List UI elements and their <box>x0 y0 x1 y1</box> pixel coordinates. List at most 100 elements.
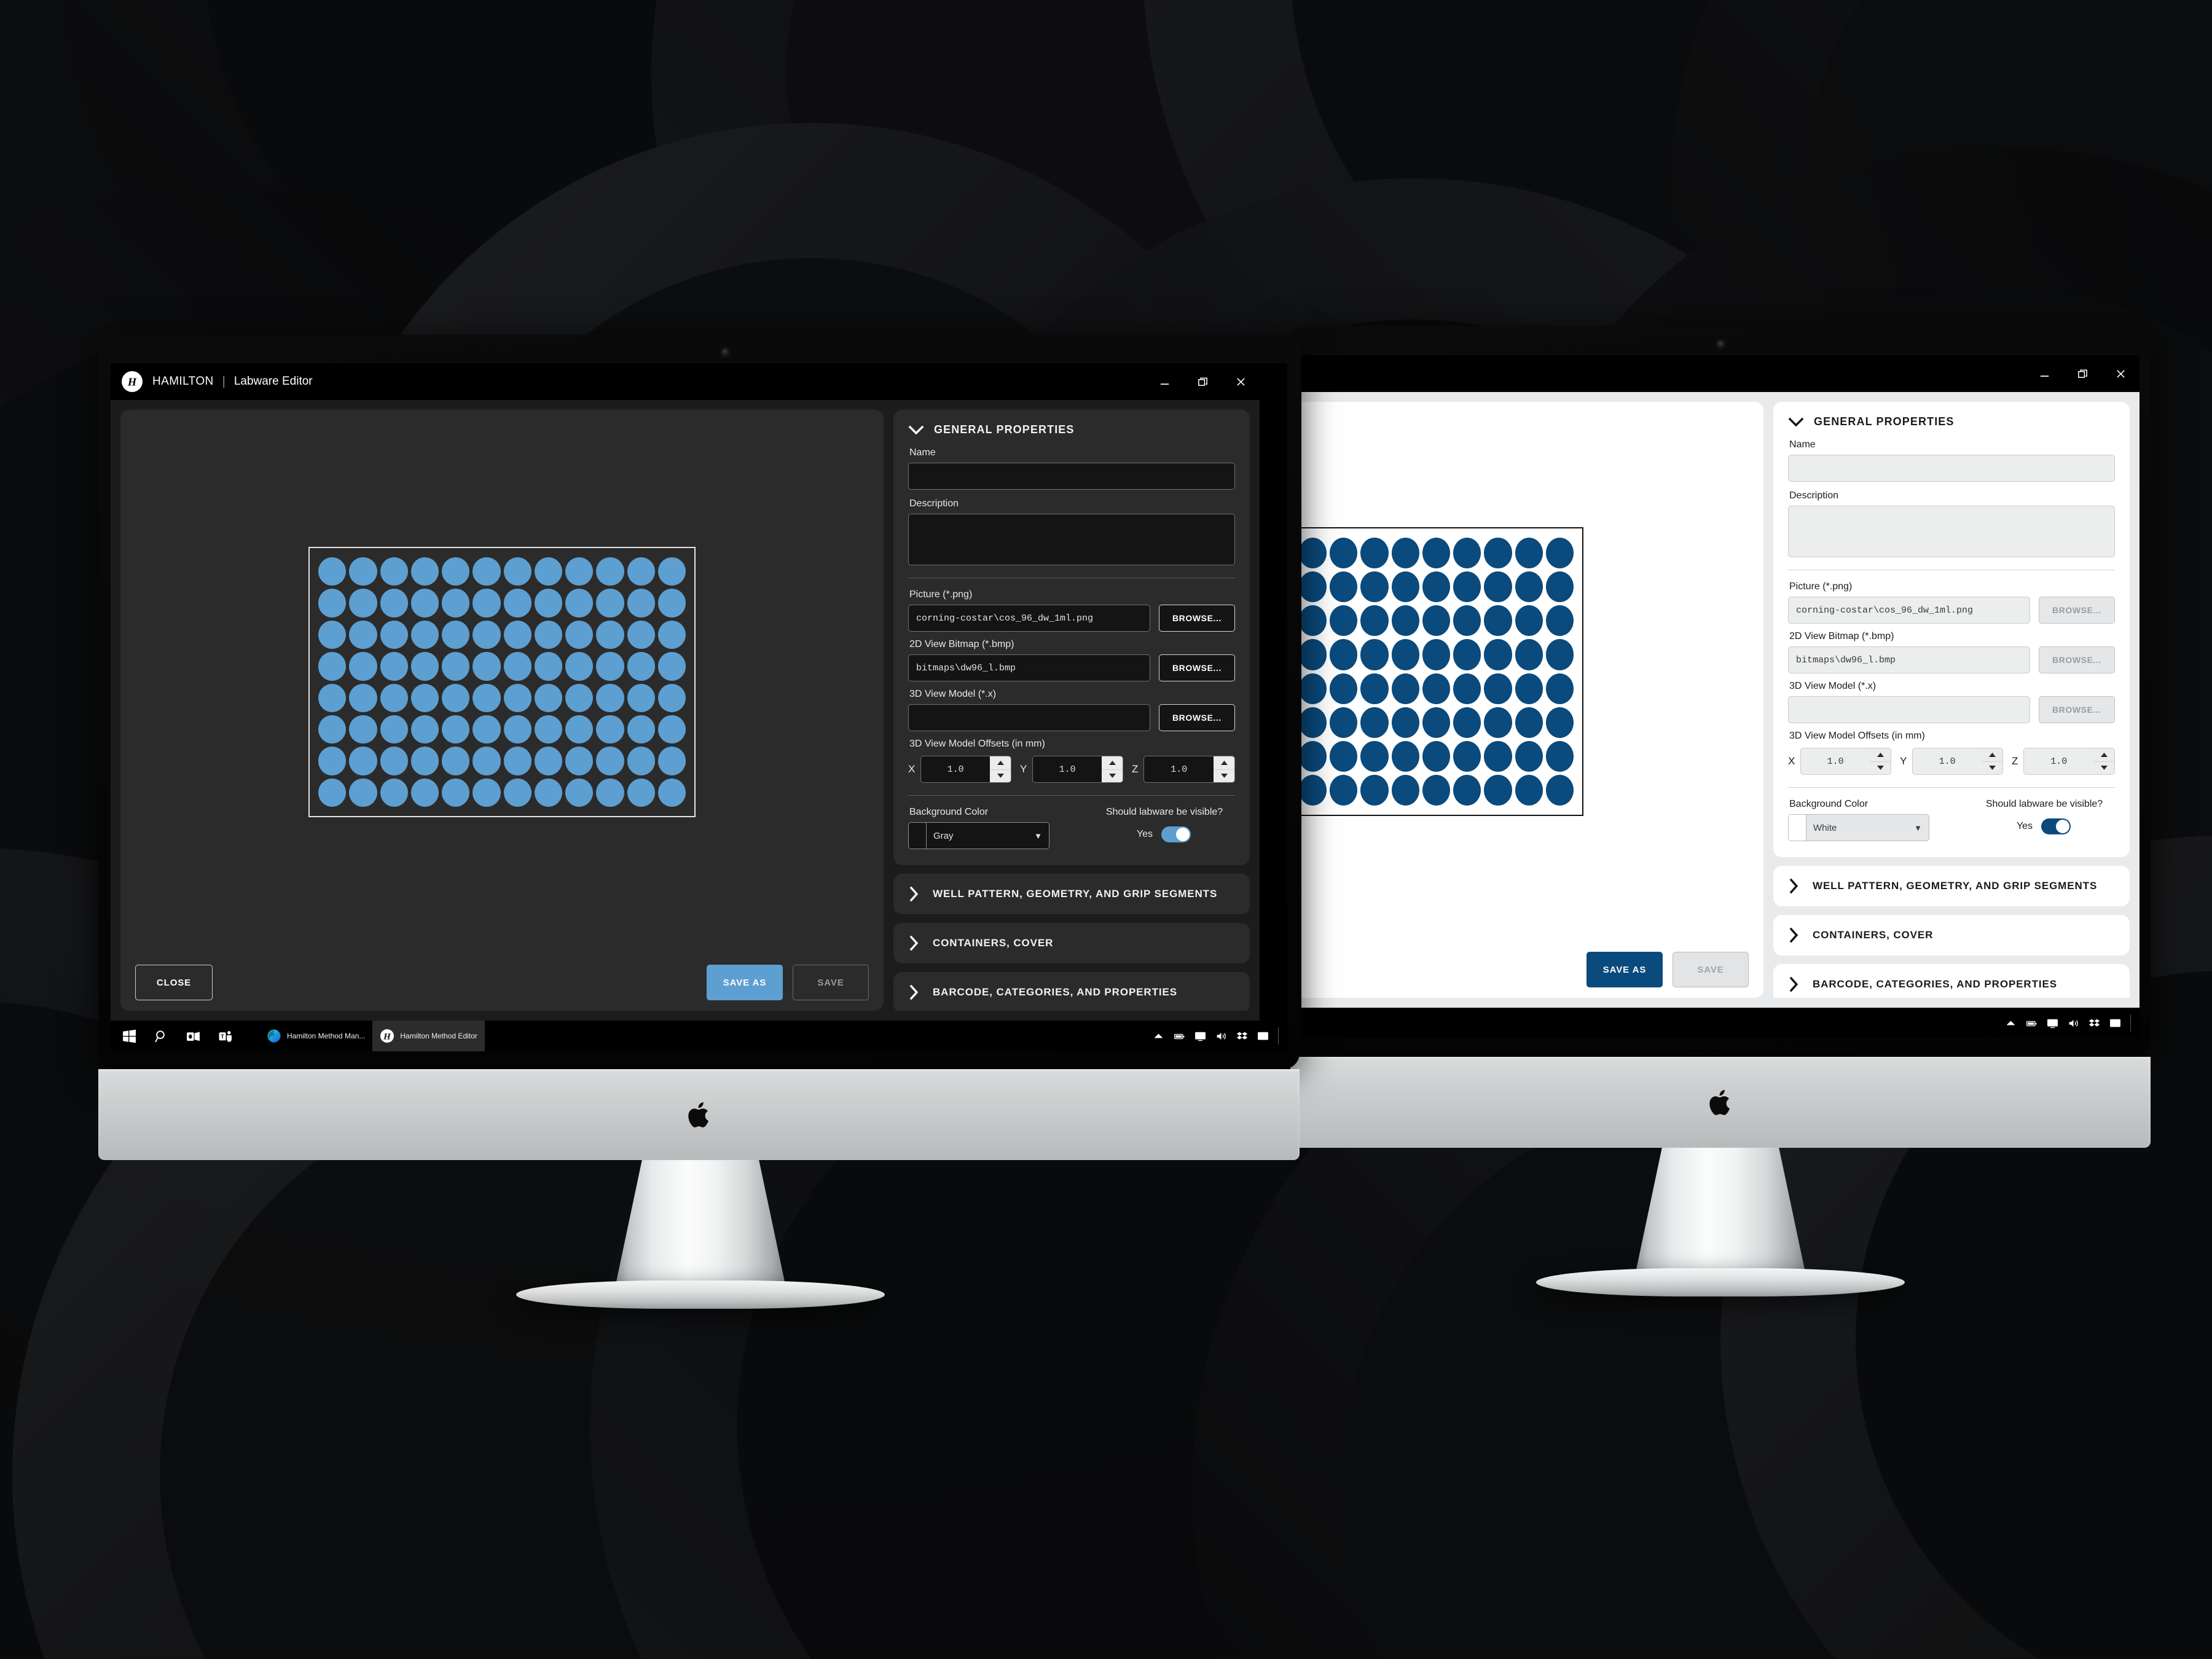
well[interactable] <box>442 652 470 681</box>
well[interactable] <box>1545 774 1574 806</box>
stepper-up-icon[interactable] <box>2093 748 2114 761</box>
well[interactable] <box>1301 673 1327 704</box>
model-browse-button[interactable]: BROWSE... <box>2039 696 2115 723</box>
well[interactable] <box>442 589 470 618</box>
well[interactable] <box>1453 673 1481 704</box>
well[interactable] <box>1360 673 1389 704</box>
accordion-barcode-left[interactable]: BARCODE, CATEGORIES, AND PROPERTIES <box>893 972 1250 1011</box>
well[interactable] <box>1515 707 1543 738</box>
well[interactable] <box>410 620 439 649</box>
dropbox-icon[interactable] <box>1233 1021 1251 1051</box>
well[interactable] <box>503 715 531 744</box>
visible-toggle[interactable] <box>2041 818 2071 834</box>
accordion-well-pattern-left[interactable]: WELL PATTERN, GEOMETRY, AND GRIP SEGMENT… <box>893 874 1250 914</box>
model-browse-button[interactable]: BROWSE... <box>1159 704 1235 731</box>
well[interactable] <box>657 778 686 807</box>
well[interactable] <box>1545 538 1574 569</box>
accordion-containers-left[interactable]: CONTAINERS, COVER <box>893 923 1250 963</box>
notifications-icon[interactable] <box>2106 1008 2124 1038</box>
well[interactable] <box>534 652 562 681</box>
well[interactable] <box>1360 774 1389 806</box>
well[interactable] <box>1360 740 1389 772</box>
well[interactable] <box>1330 774 1358 806</box>
well[interactable] <box>410 589 439 618</box>
well[interactable] <box>410 715 439 744</box>
well[interactable] <box>349 683 377 712</box>
well[interactable] <box>318 557 347 586</box>
well[interactable] <box>534 589 562 618</box>
well[interactable] <box>1484 774 1512 806</box>
well[interactable] <box>410 652 439 681</box>
well[interactable] <box>473 683 501 712</box>
model-field[interactable] <box>908 704 1150 731</box>
well[interactable] <box>1330 538 1358 569</box>
stepper-down-icon[interactable] <box>990 769 1011 783</box>
well[interactable] <box>349 557 377 586</box>
well[interactable] <box>565 778 594 807</box>
stepper-down-icon[interactable] <box>1870 761 1891 775</box>
well[interactable] <box>1515 740 1543 772</box>
well[interactable] <box>410 747 439 775</box>
name-field[interactable] <box>1788 455 2115 482</box>
close-button[interactable] <box>2101 355 2139 392</box>
well[interactable] <box>1330 639 1358 670</box>
stepper-down-icon[interactable] <box>1214 769 1234 783</box>
well[interactable] <box>1484 740 1512 772</box>
well[interactable] <box>318 589 347 618</box>
well[interactable] <box>596 557 624 586</box>
bitmap-field[interactable]: bitmaps\dw96_l.bmp <box>908 654 1150 681</box>
well[interactable] <box>1515 673 1543 704</box>
volume-icon[interactable] <box>2064 1008 2082 1038</box>
taskbar-app-method-manager[interactable]: Hamilton Method Man... <box>259 1021 372 1051</box>
well[interactable] <box>1515 605 1543 637</box>
well[interactable] <box>627 715 655 744</box>
well[interactable] <box>627 557 655 586</box>
well[interactable] <box>534 557 562 586</box>
well[interactable] <box>534 620 562 649</box>
well[interactable] <box>596 589 624 618</box>
well[interactable] <box>565 747 594 775</box>
well[interactable] <box>534 778 562 807</box>
description-field[interactable] <box>908 514 1235 565</box>
well[interactable] <box>349 747 377 775</box>
well[interactable] <box>1301 740 1327 772</box>
well[interactable] <box>1360 571 1389 603</box>
well[interactable] <box>596 715 624 744</box>
well[interactable] <box>380 778 408 807</box>
well[interactable] <box>627 589 655 618</box>
well[interactable] <box>503 557 531 586</box>
well[interactable] <box>503 589 531 618</box>
well[interactable] <box>1453 740 1481 772</box>
battery-icon[interactable] <box>1170 1021 1188 1051</box>
offset-x-stepper-buttons[interactable] <box>990 756 1011 782</box>
background-color-select[interactable]: Gray ▼ <box>908 822 1049 849</box>
well[interactable] <box>1545 740 1574 772</box>
well[interactable] <box>318 652 347 681</box>
well[interactable] <box>534 747 562 775</box>
well[interactable] <box>1391 774 1419 806</box>
well[interactable] <box>380 715 408 744</box>
well[interactable] <box>1422 639 1450 670</box>
minimize-button[interactable] <box>2025 355 2063 392</box>
well[interactable] <box>657 683 686 712</box>
well[interactable] <box>1391 605 1419 637</box>
volume-icon[interactable] <box>1212 1021 1230 1051</box>
display-icon[interactable] <box>2043 1008 2061 1038</box>
well[interactable] <box>442 683 470 712</box>
chevron-up-icon[interactable] <box>2001 1008 2020 1038</box>
well[interactable] <box>318 620 347 649</box>
stepper-up-icon[interactable] <box>1214 756 1234 769</box>
well[interactable] <box>1515 538 1543 569</box>
well[interactable] <box>410 778 439 807</box>
well[interactable] <box>473 557 501 586</box>
stepper-down-icon[interactable] <box>2093 761 2114 775</box>
save-button[interactable]: SAVE <box>1673 952 1749 987</box>
well[interactable] <box>1484 605 1512 637</box>
well[interactable] <box>1301 774 1327 806</box>
offset-y-stepper[interactable]: 1.0 <box>1032 756 1123 783</box>
well[interactable] <box>627 652 655 681</box>
well[interactable] <box>1301 707 1327 738</box>
offset-x-stepper[interactable]: 1.0 <box>1800 748 1891 775</box>
well[interactable] <box>596 652 624 681</box>
well[interactable] <box>1453 639 1481 670</box>
